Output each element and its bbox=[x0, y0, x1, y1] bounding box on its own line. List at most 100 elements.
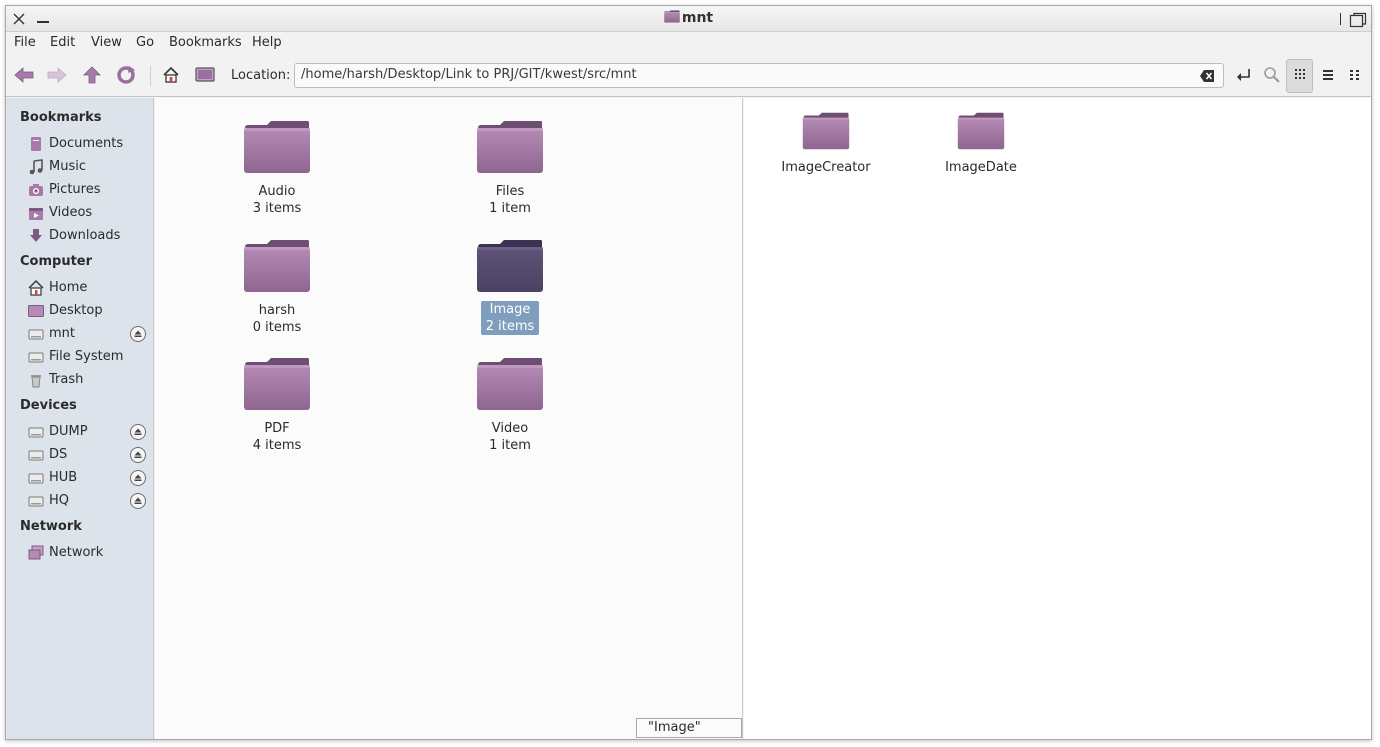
status-bar: "Image" selected (containing 2 items) bbox=[636, 718, 742, 739]
folder-name: Image bbox=[489, 302, 531, 317]
folder-item[interactable]: PDF 4 items bbox=[207, 357, 347, 454]
sidebar-item-documents[interactable]: Documents bbox=[28, 134, 148, 154]
menu-bar: File Edit View Go Bookmarks Help bbox=[6, 32, 1371, 54]
home-icon[interactable] bbox=[160, 64, 182, 86]
sidebar-item-videos[interactable]: Videos bbox=[28, 203, 148, 223]
folder-name: ImageDate bbox=[945, 160, 1017, 175]
computer-heading: Computer bbox=[20, 254, 93, 269]
folder-icon bbox=[957, 112, 1005, 150]
sidebar-item-label: mnt bbox=[49, 326, 75, 341]
folder-count: 3 items bbox=[252, 201, 302, 216]
network-icon bbox=[28, 545, 44, 561]
sidebar-item-downloads[interactable]: Downloads bbox=[28, 226, 148, 246]
eject-icon[interactable] bbox=[130, 424, 146, 440]
back-arrow-icon[interactable] bbox=[13, 64, 35, 86]
sidebar: Bookmarks Documents Music Pictures Video… bbox=[6, 98, 154, 739]
folder-item[interactable]: ImageCreator bbox=[756, 112, 896, 176]
sidebar-item-label: Desktop bbox=[49, 303, 103, 318]
left-file-pane: Audio 3 items Files 1 item harsh 0 items… bbox=[155, 98, 743, 739]
folder-icon bbox=[802, 112, 850, 150]
folder-count: 0 items bbox=[252, 320, 302, 335]
folder-icon bbox=[476, 357, 544, 411]
sidebar-item-label: Documents bbox=[49, 136, 124, 151]
clear-icon[interactable] bbox=[1199, 69, 1215, 83]
folder-count: 1 item bbox=[489, 201, 531, 216]
eject-icon[interactable] bbox=[130, 470, 146, 486]
folder-item[interactable]: Audio 3 items bbox=[207, 120, 347, 217]
sidebar-item-label: Trash bbox=[49, 372, 84, 387]
eject-icon[interactable] bbox=[130, 447, 146, 463]
drive-icon bbox=[28, 349, 44, 365]
folder-item[interactable]: ImageDate bbox=[911, 112, 1051, 176]
sidebar-item-label: Music bbox=[49, 159, 86, 174]
drive-icon bbox=[28, 493, 44, 509]
drive-icon bbox=[28, 424, 44, 440]
camera-icon bbox=[28, 182, 44, 198]
sidebar-item-label: Network bbox=[49, 545, 104, 560]
sidebar-item-label: Downloads bbox=[49, 228, 121, 243]
folder-item-selected[interactable]: Image 2 items bbox=[440, 239, 580, 335]
folder-name: Audio bbox=[258, 184, 296, 199]
folder-name: ImageCreator bbox=[781, 160, 871, 175]
sidebar-item-pictures[interactable]: Pictures bbox=[28, 180, 148, 200]
location-input[interactable] bbox=[301, 67, 1181, 82]
drive-icon bbox=[28, 447, 44, 463]
sidebar-item-label: Pictures bbox=[49, 182, 101, 197]
icon-view-button[interactable] bbox=[1286, 59, 1313, 93]
list-view-icon[interactable] bbox=[1317, 64, 1339, 86]
folder-name: PDF bbox=[264, 421, 290, 436]
forward-arrow-icon[interactable] bbox=[46, 64, 68, 86]
sidebar-item-desktop[interactable]: Desktop bbox=[28, 301, 148, 321]
drive-icon bbox=[28, 326, 44, 342]
menu-file[interactable]: File bbox=[14, 35, 36, 50]
grid-icon bbox=[1294, 68, 1306, 84]
eject-icon[interactable] bbox=[130, 326, 146, 342]
go-enter-icon[interactable] bbox=[1233, 64, 1255, 86]
bookmarks-heading: Bookmarks bbox=[20, 110, 102, 125]
sidebar-item-trash[interactable]: Trash bbox=[28, 370, 148, 390]
selection-highlight: Image 2 items bbox=[480, 301, 540, 335]
menu-edit[interactable]: Edit bbox=[50, 35, 75, 50]
location-bar bbox=[294, 63, 1224, 88]
documents-icon bbox=[28, 136, 44, 152]
folder-name: harsh bbox=[258, 303, 296, 318]
eject-icon[interactable] bbox=[130, 493, 146, 509]
file-manager-window: mnt File Edit View Go Bookmarks Help Loc… bbox=[5, 5, 1372, 740]
menu-go[interactable]: Go bbox=[136, 35, 154, 50]
sidebar-item-label: HUB bbox=[49, 470, 78, 485]
desktop-icon bbox=[28, 303, 44, 319]
folder-icon bbox=[476, 120, 544, 174]
home-icon bbox=[28, 280, 44, 296]
title-bar: mnt bbox=[6, 6, 1371, 32]
devices-heading: Devices bbox=[20, 398, 77, 413]
folder-name: Files bbox=[495, 184, 525, 199]
menu-bookmarks[interactable]: Bookmarks bbox=[169, 35, 242, 50]
search-icon[interactable] bbox=[1261, 64, 1283, 86]
sidebar-item-network[interactable]: Network bbox=[28, 543, 148, 563]
folder-icon bbox=[243, 239, 311, 293]
sidebar-item-label: Videos bbox=[49, 205, 93, 220]
folder-item[interactable]: Files 1 item bbox=[440, 120, 580, 217]
drive-icon bbox=[28, 470, 44, 486]
window-title-text: mnt bbox=[681, 10, 714, 26]
folder-icon bbox=[243, 120, 311, 174]
sidebar-item-label: DUMP bbox=[49, 424, 88, 439]
video-icon bbox=[28, 205, 44, 221]
right-file-pane: ImageCreator ImageDate bbox=[744, 98, 1371, 739]
folder-item[interactable]: Video 1 item bbox=[440, 357, 580, 454]
up-arrow-icon[interactable] bbox=[81, 64, 103, 86]
menu-view[interactable]: View bbox=[91, 35, 122, 50]
sidebar-item-music[interactable]: Music bbox=[28, 157, 148, 177]
folder-item[interactable]: harsh 0 items bbox=[207, 239, 347, 336]
sidebar-item-home[interactable]: Home bbox=[28, 278, 148, 298]
folder-name: Video bbox=[491, 421, 529, 436]
menu-help[interactable]: Help bbox=[252, 35, 282, 50]
reload-icon[interactable] bbox=[115, 64, 137, 86]
compact-view-icon[interactable] bbox=[1344, 64, 1366, 86]
download-icon bbox=[28, 228, 44, 244]
folder-icon bbox=[476, 239, 544, 293]
computer-icon[interactable] bbox=[194, 64, 216, 86]
maximize-icon[interactable] bbox=[1349, 12, 1367, 28]
sidebar-item-file-system[interactable]: File System bbox=[28, 347, 148, 367]
network-heading: Network bbox=[20, 519, 82, 534]
